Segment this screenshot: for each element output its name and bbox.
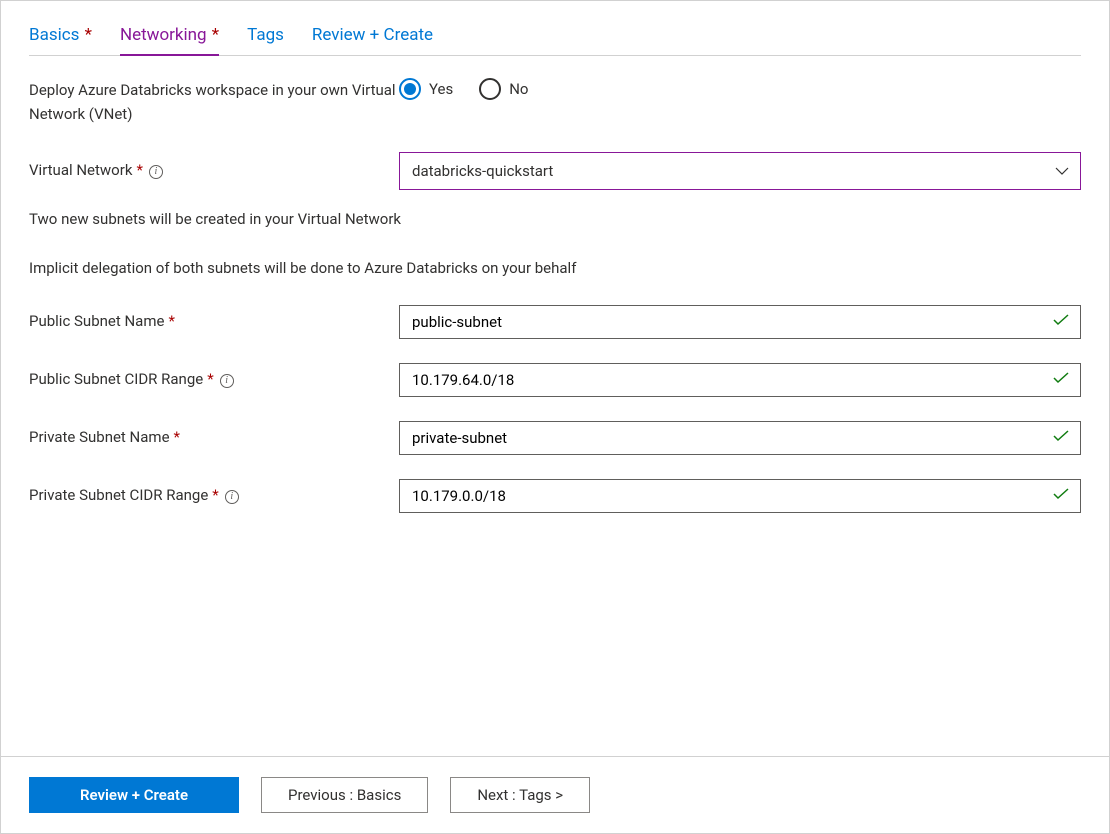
private-subnet-cidr-label-col: Private Subnet CIDR Range * i: [29, 485, 399, 507]
public-subnet-name-row: Public Subnet Name *: [29, 305, 1081, 339]
vnet-radio-no[interactable]: No: [479, 78, 528, 100]
tab-review-create[interactable]: Review + Create: [312, 23, 433, 55]
public-subnet-cidr-input[interactable]: [399, 363, 1081, 397]
required-asterisk: *: [80, 25, 92, 45]
tab-review-label: Review + Create: [312, 25, 433, 45]
required-asterisk: *: [168, 311, 174, 333]
public-subnet-cidr-row: Public Subnet CIDR Range * i: [29, 363, 1081, 397]
wizard-footer: Review + Create Previous : Basics Next :…: [1, 756, 1109, 833]
subnet-info-1: Two new subnets will be created in your …: [29, 208, 1081, 231]
wizard-frame: Basics * Networking * Tags Review + Crea…: [0, 0, 1110, 834]
private-subnet-name-label-col: Private Subnet Name *: [29, 427, 399, 449]
chevron-down-icon: [1055, 163, 1069, 179]
content-area: Basics * Networking * Tags Review + Crea…: [1, 1, 1109, 756]
checkmark-icon: [1053, 314, 1069, 330]
private-subnet-cidr-row: Private Subnet CIDR Range * i: [29, 479, 1081, 513]
vnet-select[interactable]: databricks-quickstart: [399, 152, 1081, 190]
vnet-toggle-label: Deploy Azure Databricks workspace in you…: [29, 78, 399, 126]
private-subnet-name-field-col: [399, 421, 1081, 455]
info-icon[interactable]: i: [225, 490, 239, 504]
public-subnet-cidr-label: Public Subnet CIDR Range: [29, 369, 203, 391]
private-subnet-cidr-input[interactable]: [399, 479, 1081, 513]
required-asterisk: *: [207, 369, 213, 391]
private-subnet-name-row: Private Subnet Name *: [29, 421, 1081, 455]
tab-networking-label: Networking: [120, 25, 207, 45]
vnet-radio-yes[interactable]: Yes: [399, 78, 453, 100]
review-create-button[interactable]: Review + Create: [29, 777, 239, 813]
checkmark-icon: [1053, 488, 1069, 504]
subnet-info-2: Implicit delegation of both subnets will…: [29, 257, 1081, 280]
vnet-radio-yes-label: Yes: [429, 80, 453, 98]
previous-button[interactable]: Previous : Basics: [261, 777, 428, 813]
required-asterisk: *: [208, 25, 220, 45]
vnet-select-row: Virtual Network * i databricks-quickstar…: [29, 152, 1081, 190]
private-subnet-name-input[interactable]: [399, 421, 1081, 455]
tab-tags-label: Tags: [247, 25, 284, 45]
vnet-select-value: databricks-quickstart: [412, 162, 553, 180]
public-subnet-name-label-col: Public Subnet Name *: [29, 311, 399, 333]
vnet-toggle-field: Yes No: [399, 78, 1081, 100]
tabs-bar: Basics * Networking * Tags Review + Crea…: [29, 23, 1081, 56]
private-subnet-cidr-label: Private Subnet CIDR Range: [29, 485, 208, 507]
tab-networking[interactable]: Networking *: [120, 23, 219, 55]
vnet-radio-group: Yes No: [399, 78, 1081, 100]
private-subnet-cidr-field-col: [399, 479, 1081, 513]
public-subnet-name-label: Public Subnet Name: [29, 311, 164, 333]
radio-selected-icon: [399, 78, 421, 100]
vnet-label: Virtual Network: [29, 160, 132, 182]
vnet-toggle-row: Deploy Azure Databricks workspace in you…: [29, 78, 1081, 126]
required-asterisk: *: [136, 160, 142, 182]
public-subnet-cidr-label-col: Public Subnet CIDR Range * i: [29, 369, 399, 391]
checkmark-icon: [1053, 430, 1069, 446]
public-subnet-name-field-col: [399, 305, 1081, 339]
tab-tags[interactable]: Tags: [247, 23, 284, 55]
vnet-field-col: databricks-quickstart: [399, 152, 1081, 190]
info-icon[interactable]: i: [220, 374, 234, 388]
vnet-label-col: Virtual Network * i: [29, 160, 399, 182]
private-subnet-name-label: Private Subnet Name: [29, 427, 170, 449]
tab-basics-label: Basics: [29, 25, 79, 45]
required-asterisk: *: [174, 427, 180, 449]
public-subnet-name-input[interactable]: [399, 305, 1081, 339]
info-icon[interactable]: i: [149, 165, 163, 179]
radio-unselected-icon: [479, 78, 501, 100]
required-asterisk: *: [212, 485, 218, 507]
checkmark-icon: [1053, 372, 1069, 388]
vnet-radio-no-label: No: [509, 80, 528, 98]
next-button[interactable]: Next : Tags >: [450, 777, 590, 813]
tab-basics[interactable]: Basics *: [29, 23, 92, 55]
public-subnet-cidr-field-col: [399, 363, 1081, 397]
